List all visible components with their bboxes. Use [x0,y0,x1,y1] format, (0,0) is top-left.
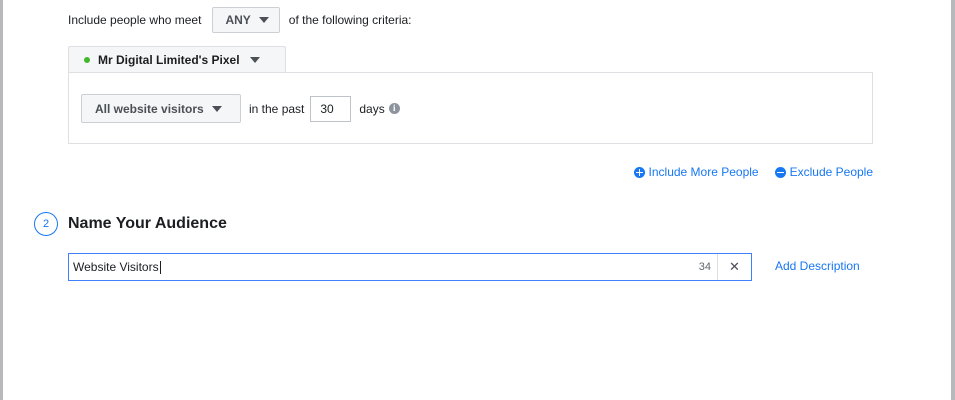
info-icon[interactable]: i [388,103,400,114]
criteria-panel: All website visitors in the past 30 days… [68,72,873,144]
caret-down-icon [211,105,222,112]
pixel-status-dot-icon [84,57,90,63]
plus-circle-icon [633,166,645,178]
clear-icon[interactable]: ✕ [717,254,751,280]
char-count: 34 [698,261,711,273]
caret-down-icon [258,16,269,23]
exclude-people-label: Exclude People [789,165,873,179]
audience-name-input[interactable]: Website Visitors 34 ✕ [68,253,752,281]
days-text: days [359,101,385,116]
criteria-rule-row: All website visitors in the past 30 days… [81,94,400,123]
people-actions: Include More People Exclude People [633,165,873,179]
criteria-prefix-text: Include people who meet [68,12,202,27]
caret-down-icon [249,57,260,63]
match-any-dropdown[interactable]: ANY [212,6,280,33]
add-description-link[interactable]: Add Description [775,259,860,273]
include-more-people-label: Include More People [648,165,759,179]
criteria-match-row: Include people who meet ANY of the follo… [68,6,412,33]
pixel-source-dropdown[interactable]: Mr Digital Limited's Pixel [68,46,286,73]
audience-name-value: Website Visitors [73,259,159,274]
text-cursor [159,261,161,275]
retention-days-input[interactable]: 30 [310,95,352,122]
include-more-people-link[interactable]: Include More People [633,165,759,179]
criteria-suffix-text: of the following criteria: [288,12,412,27]
exclude-people-link[interactable]: Exclude People [774,165,873,179]
minus-circle-icon [774,166,786,178]
event-type-dropdown[interactable]: All website visitors [81,94,241,123]
event-type-label: All website visitors [95,101,204,116]
pixel-source-label: Mr Digital Limited's Pixel [98,53,240,67]
match-any-label: ANY [225,12,251,27]
window-frame-left [0,0,3,400]
retention-days-value: 30 [320,101,334,116]
in-the-past-text: in the past [249,101,305,116]
step-number-badge: 2 [34,212,58,236]
section-title: Name Your Audience [68,215,227,232]
window-frame-right [951,0,955,400]
audience-name-value-wrap: Website Visitors [69,259,699,275]
